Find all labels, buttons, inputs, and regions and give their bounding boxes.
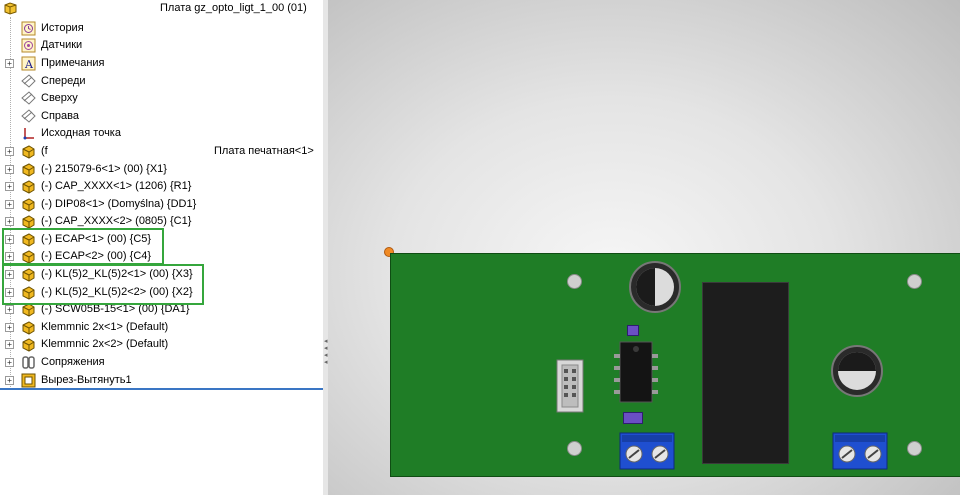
tree-item-top-plane[interactable]: Сверху [0,90,320,107]
part-icon [21,162,36,177]
expand-icon[interactable]: + [5,323,14,332]
part-icon [21,197,36,212]
tree-item-sensors[interactable]: Датчики [0,37,320,54]
tree-item-dd1[interactable]: + (-) DIP08<1> (Domyślna) {DD1} [0,196,320,213]
part-icon [21,337,36,352]
connector-x1[interactable] [556,359,584,413]
expand-icon[interactable]: + [5,358,14,367]
document-title: Плата gz_opto_ligt_1_00 (01) [160,2,307,14]
tree-item-r1[interactable]: + (-) CAP_XXXX<1> (1206) {R1} [0,178,320,195]
tree-item-label: Датчики [41,39,83,51]
mounting-hole [567,441,582,456]
assembly-icon [3,1,18,16]
dip8-chip-dd1[interactable] [611,340,661,404]
tree-item-label: (f [41,145,48,157]
tree-item-label: Примечания [41,57,105,69]
mounting-hole [567,274,582,289]
tree-item-label: (-) 215079-6<1> (00) {X1} [41,163,167,175]
tree-item-label: Klemmnic 2x<2> (Default) [41,338,169,350]
tree-item-label-suffix: Плата печатная<1> [214,145,314,157]
origin-icon [21,126,36,141]
redacted-area [20,2,150,15]
pcb-board[interactable] [390,253,960,477]
expand-icon[interactable]: + [5,147,14,156]
cut-extrude-icon [21,373,36,388]
capacitor-c4[interactable] [831,345,883,397]
tree-item-label: Klemmnic 2x<1> (Default) [41,321,169,333]
plane-icon [21,91,36,106]
tree-item-cut-extrude[interactable]: + Вырез-Вытянуть1 [0,372,320,389]
tree-item-label: (-) CAP_XXXX<1> (1206) {R1} [41,180,192,192]
expand-icon[interactable]: + [5,59,14,68]
smd-resistor-r1[interactable] [623,412,643,424]
tree-item-pcb-board[interactable]: + (f Плата печатная<1> [0,143,320,160]
highlight-box-kl [2,264,204,305]
mounting-hole [907,441,922,456]
highlight-box-ecap [2,228,164,265]
tree-item-label: Сверху [41,92,78,104]
tree-item-origin[interactable]: Исходная точка [0,125,320,142]
expand-icon[interactable]: + [5,165,14,174]
history-icon [21,21,36,36]
tree-item-label: Исходная точка [41,127,121,139]
expand-icon[interactable]: + [5,305,14,314]
svg-text:A: A [24,58,34,71]
graphics-viewport[interactable] [328,0,960,495]
mounting-hole [907,274,922,289]
part-icon [21,320,36,335]
dcdc-module-da1[interactable] [702,282,789,464]
tree-item-label: История [41,22,84,34]
tree-item-right-plane[interactable]: Справа [0,108,320,125]
plane-icon [21,109,36,124]
tree-item-annotations[interactable]: + A Примечания [0,55,320,72]
part-icon [21,144,36,159]
expand-icon[interactable]: + [5,182,14,191]
annotations-icon: A [21,56,36,71]
part-icon [21,179,36,194]
tree-root[interactable]: Плата gz_opto_ligt_1_00 (01) [0,0,323,17]
part-icon [21,214,36,229]
tree-item-label: (-) DIP08<1> (Domyślna) {DD1} [41,198,197,210]
terminal-block-x2[interactable] [832,432,888,470]
terminal-block-x3[interactable] [619,432,675,470]
tree-item-front-plane[interactable]: Спереди [0,73,320,90]
capacitor-c5[interactable] [629,261,681,313]
feature-manager-tree[interactable]: Плата gz_opto_ligt_1_00 (01) История Дат… [0,0,324,495]
redacted-area [54,145,204,158]
mates-icon [21,355,36,370]
expand-icon[interactable]: + [5,376,14,385]
tree-item-label: Справа [41,110,79,122]
expand-icon[interactable]: + [5,217,14,226]
plane-icon [21,74,36,89]
tree-end-separator [0,388,323,390]
tree-item-x1[interactable]: + (-) 215079-6<1> (00) {X1} [0,161,320,178]
tree-item-label: Сопряжения [41,356,105,368]
sensors-icon [21,38,36,53]
tree-item-history[interactable]: История [0,20,320,37]
expand-icon[interactable]: + [5,340,14,349]
tree-item-mates[interactable]: + Сопряжения [0,354,320,371]
expand-icon[interactable]: + [5,200,14,209]
tree-item-label: Вырез-Вытянуть1 [41,374,132,386]
tree-item-klemmnic-1[interactable]: + Klemmnic 2x<1> (Default) [0,319,320,336]
tree-item-label: Спереди [41,75,86,87]
smd-capacitor-c1[interactable] [627,325,639,336]
tree-item-klemmnic-2[interactable]: + Klemmnic 2x<2> (Default) [0,336,320,353]
